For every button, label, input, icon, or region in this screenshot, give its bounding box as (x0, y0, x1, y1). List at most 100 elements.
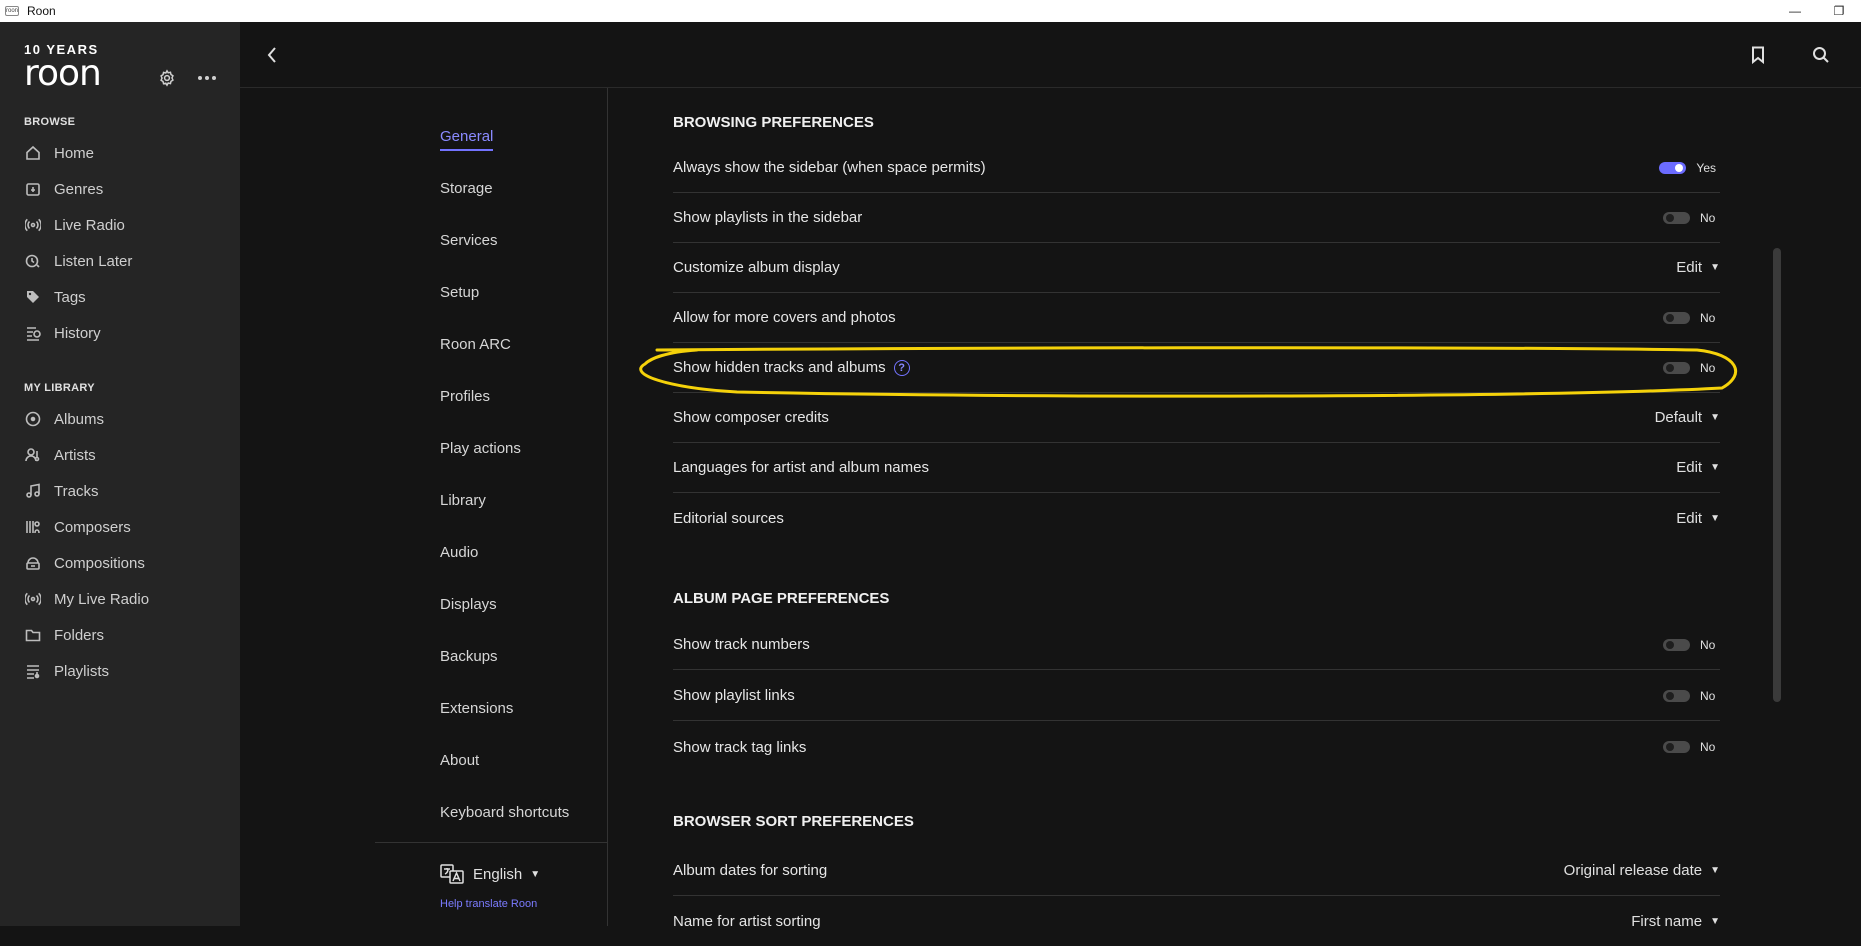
active-tab-indicator (440, 149, 494, 151)
sidebar: 10 YEARS roon BROWSE Home Genres Live Ra… (0, 22, 240, 926)
sidebar-item-label: Home (54, 144, 95, 162)
tab-roon-arc[interactable]: Roon ARC (440, 336, 511, 353)
sidebar-item-genres[interactable]: Genres (24, 176, 103, 202)
back-arrow-icon[interactable] (259, 42, 285, 68)
sidebar-item-history[interactable]: History (24, 320, 101, 346)
help-translate-link[interactable]: Help translate Roon (440, 898, 537, 910)
sidebar-item-albums[interactable]: Albums (24, 406, 104, 432)
toggle-switch[interactable] (1663, 741, 1690, 753)
tab-library[interactable]: Library (440, 492, 486, 509)
sidebar-item-label: Tags (54, 288, 86, 306)
setting-row-composer-credits: Show composer credits Default ▼ (673, 393, 1720, 443)
sidebar-item-label: My Live Radio (54, 590, 150, 608)
sidebar-item-tags[interactable]: Tags (24, 284, 86, 310)
sidebar-item-label: Composers (54, 518, 131, 536)
content-scrollbar[interactable] (1773, 248, 1781, 702)
bookmark-icon[interactable] (1745, 42, 1771, 68)
setting-toggle[interactable]: Yes (1659, 161, 1720, 175)
tab-storage[interactable]: Storage (440, 180, 493, 197)
tab-play-actions[interactable]: Play actions (440, 440, 521, 457)
tab-audio[interactable]: Audio (440, 544, 478, 561)
window-titlebar: roon Roon — ❐ (0, 0, 1861, 22)
playlist-icon (24, 662, 42, 680)
setting-toggle[interactable]: No (1663, 311, 1720, 325)
gear-icon[interactable] (155, 66, 179, 90)
tab-extensions[interactable]: Extensions (440, 700, 513, 717)
tab-about[interactable]: About (440, 752, 479, 769)
album-icon (24, 410, 42, 428)
setting-dropdown[interactable]: Edit ▼ (1676, 510, 1720, 527)
dropdown-value: Edit (1676, 509, 1703, 527)
setting-label: Show playlists in the sidebar (673, 209, 863, 226)
setting-dropdown[interactable]: Edit ▼ (1676, 259, 1720, 276)
music-note-icon (24, 482, 42, 500)
language-value: English (473, 865, 523, 883)
sidebar-item-artists[interactable]: Artists (24, 442, 96, 468)
sidebar-item-label: Compositions (54, 554, 145, 572)
tab-keyboard-shortcuts[interactable]: Keyboard shortcuts (440, 804, 569, 821)
setting-row-always-show-sidebar: Always show the sidebar (when space perm… (673, 143, 1720, 193)
setting-toggle[interactable]: No (1663, 211, 1720, 225)
language-selector[interactable]: English ▼ (440, 864, 540, 884)
restore-button[interactable]: ❐ (1817, 0, 1861, 22)
tab-profiles[interactable]: Profiles (440, 388, 490, 405)
genres-icon (24, 180, 42, 198)
tab-setup[interactable]: Setup (440, 284, 479, 301)
folder-icon (24, 626, 42, 644)
setting-row-show-playlists-sidebar: Show playlists in the sidebar No (673, 193, 1720, 243)
sidebar-item-label: History (54, 324, 101, 342)
sidebar-item-composers[interactable]: Composers (24, 514, 131, 540)
radio-icon (24, 590, 42, 608)
toggle-switch[interactable] (1663, 211, 1690, 224)
sidebar-item-label: Listen Later (54, 252, 133, 270)
chevron-down-icon: ▼ (1710, 915, 1720, 927)
setting-toggle[interactable]: No (1663, 740, 1720, 754)
sidebar-item-playlists[interactable]: Playlists (24, 658, 109, 684)
search-icon[interactable] (1808, 42, 1834, 68)
minimize-button[interactable]: — (1773, 0, 1817, 22)
sidebar-item-live-radio[interactable]: Live Radio (24, 212, 125, 238)
setting-label: Customize album display (673, 259, 840, 276)
sidebar-item-label: Playlists (54, 662, 110, 680)
tab-general[interactable]: General (440, 128, 494, 151)
setting-toggle[interactable]: No (1663, 638, 1720, 652)
toggle-switch[interactable] (1663, 689, 1690, 702)
setting-label: Show track numbers (673, 636, 810, 653)
setting-dropdown[interactable]: Original release date ▼ (1564, 862, 1720, 879)
translate-icon (440, 864, 464, 884)
sidebar-item-folders[interactable]: Folders (24, 622, 104, 648)
tag-icon (24, 288, 42, 306)
sidebar-item-tracks[interactable]: Tracks (24, 478, 98, 504)
tab-backups[interactable]: Backups (440, 648, 498, 665)
toggle-switch[interactable] (1659, 161, 1687, 174)
sidebar-item-listen-later[interactable]: Listen Later (24, 248, 132, 274)
setting-dropdown[interactable]: Edit ▼ (1676, 459, 1720, 476)
setting-dropdown[interactable]: Default ▼ (1655, 409, 1720, 426)
artist-icon (24, 446, 42, 464)
setting-label: Album dates for sorting (673, 862, 828, 879)
album-page-preferences-title: ALBUM PAGE PREFERENCES (673, 590, 890, 607)
window-controls: — ❐ (1773, 0, 1861, 22)
sidebar-item-label: Genres (54, 180, 104, 198)
nav-divider (375, 842, 608, 843)
more-options-icon[interactable] (195, 66, 219, 90)
sidebar-item-label: Live Radio (54, 216, 125, 234)
my-library-header: MY LIBRARY (24, 382, 95, 394)
composer-icon (24, 518, 42, 536)
tab-displays[interactable]: Displays (440, 596, 497, 613)
sidebar-item-my-live-radio[interactable]: My Live Radio (24, 586, 149, 612)
roon-logo[interactable]: 10 YEARS roon (24, 42, 114, 92)
top-bar (240, 22, 1861, 88)
toggle-switch[interactable] (1663, 638, 1690, 651)
tab-services[interactable]: Services (440, 232, 498, 249)
composition-icon (24, 554, 42, 572)
dropdown-value: Default (1654, 409, 1703, 426)
setting-row-album-dates-sorting: Album dates for sorting Original release… (673, 846, 1720, 896)
setting-label: Always show the sidebar (when space perm… (673, 159, 986, 176)
toggle-switch[interactable] (1663, 311, 1690, 324)
setting-toggle[interactable]: No (1663, 689, 1720, 703)
setting-dropdown[interactable]: First name ▼ (1631, 913, 1720, 930)
dropdown-value: First name (1631, 912, 1703, 930)
sidebar-item-home[interactable]: Home (24, 140, 94, 166)
sidebar-item-compositions[interactable]: Compositions (24, 550, 145, 576)
